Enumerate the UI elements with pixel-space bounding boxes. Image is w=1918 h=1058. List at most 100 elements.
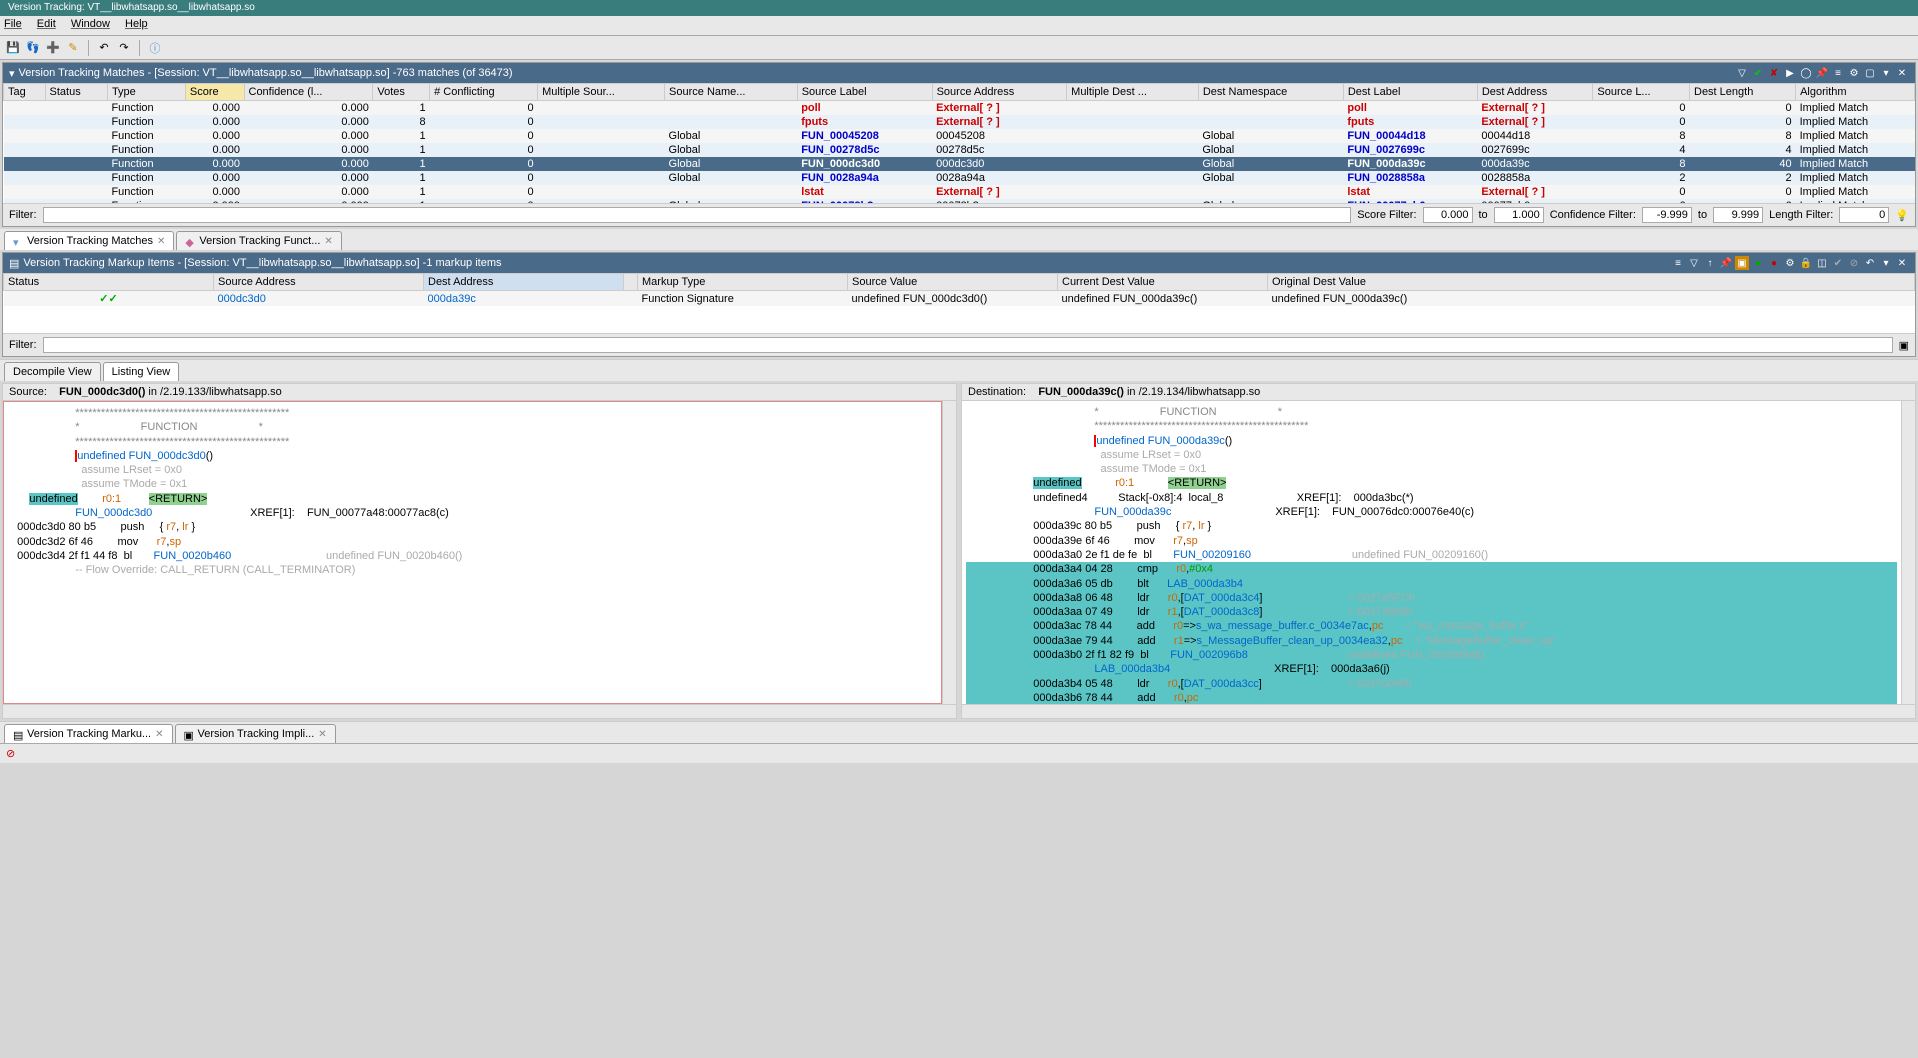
col-type[interactable]: Type (107, 84, 185, 101)
green-dot-icon[interactable]: ● (1751, 256, 1765, 270)
score-to-input[interactable] (1494, 207, 1544, 223)
filter-icon[interactable]: ▽ (1735, 66, 1749, 80)
gear-icon[interactable]: ⚙ (1783, 256, 1797, 270)
pin-icon[interactable]: 📌 (1719, 256, 1733, 270)
markup-table-wrap[interactable]: Status Source Address Dest Address Marku… (3, 273, 1915, 333)
chevron-down-icon[interactable]: ▾ (1879, 66, 1893, 80)
col-score[interactable]: Score (185, 84, 244, 101)
footprint-icon[interactable]: 👣 (24, 39, 42, 57)
col--conflicting[interactable]: # Conflicting (430, 84, 538, 101)
col-source-name-[interactable]: Source Name... (665, 84, 798, 101)
split-icon[interactable]: ◫ (1815, 256, 1829, 270)
table-row[interactable]: Function0.0000.00010pollExternal[ ? ]pol… (4, 101, 1915, 116)
help-icon[interactable]: ⓘ (146, 39, 164, 57)
col-status[interactable]: Status (4, 274, 214, 291)
col-source-l-[interactable]: Source L... (1593, 84, 1690, 101)
col-daddr[interactable]: Dest Address (424, 274, 624, 291)
list-icon[interactable]: ≡ (1671, 256, 1685, 270)
tab-decompile[interactable]: Decompile View (4, 362, 101, 381)
close-icon[interactable]: ✕ (318, 729, 326, 740)
col-mtype[interactable]: Markup Type (638, 274, 848, 291)
close-icon[interactable]: ✕ (157, 236, 165, 247)
close-icon[interactable]: ✕ (1895, 66, 1909, 80)
up-icon[interactable]: ↑ (1703, 256, 1717, 270)
col-cval[interactable]: Current Dest Value (1058, 274, 1268, 291)
menu-edit[interactable]: Edit (37, 18, 56, 30)
col-oval[interactable]: Original Dest Value (1268, 274, 1915, 291)
col-sval[interactable]: Source Value (848, 274, 1058, 291)
reject-icon[interactable]: ⊘ (1847, 256, 1861, 270)
conf-to-input[interactable] (1713, 207, 1763, 223)
col-multiple-sour-[interactable]: Multiple Sour... (538, 84, 665, 101)
col-dest-address[interactable]: Dest Address (1477, 84, 1593, 101)
reject-icon[interactable]: ✘ (1767, 66, 1781, 80)
wand-icon[interactable]: ✎ (64, 39, 82, 57)
bulb-icon[interactable]: 💡 (1895, 209, 1909, 222)
redo-icon[interactable]: ↷ (115, 39, 133, 57)
scrollbar-h[interactable] (3, 704, 956, 718)
tag-icon[interactable]: ◯ (1799, 66, 1813, 80)
close-icon[interactable]: ✕ (155, 729, 163, 740)
export-icon[interactable]: ▢ (1863, 66, 1877, 80)
tab-implied[interactable]: ▣ Version Tracking Impli... ✕ (175, 724, 336, 743)
menu-window[interactable]: Window (71, 18, 110, 30)
col-dest-label[interactable]: Dest Label (1343, 84, 1477, 101)
markup-row[interactable]: ✓✓ 000dc3d0 000da39c Function Signature … (4, 291, 1915, 307)
gear-icon[interactable]: ⚙ (1847, 66, 1861, 80)
scrollbar-h[interactable] (962, 704, 1915, 718)
close-icon[interactable]: ✕ (324, 236, 332, 247)
col-icon[interactable] (624, 274, 638, 291)
markup-filter-input[interactable] (43, 337, 1893, 353)
col-algorithm[interactable]: Algorithm (1796, 84, 1915, 101)
save-icon[interactable]: 💾 (4, 39, 22, 57)
col-tag[interactable]: Tag (4, 84, 46, 101)
close-icon[interactable]: ✕ (1895, 256, 1909, 270)
score-from-input[interactable] (1423, 207, 1473, 223)
filter-input[interactable] (43, 207, 1352, 223)
matches-table-wrap[interactable]: TagStatusTypeScoreConfidence (l...Votes#… (3, 83, 1915, 203)
tab-markup[interactable]: ▤ Version Tracking Marku... ✕ (4, 724, 173, 743)
lock-icon[interactable]: 🔒 (1799, 256, 1813, 270)
col-source-label[interactable]: Source Label (797, 84, 932, 101)
table-row[interactable]: Function0.0000.00010GlobalFUN_00278d5c00… (4, 143, 1915, 157)
table-row[interactable]: Function0.0000.00010GlobalFUN_0004520800… (4, 129, 1915, 143)
apply-icon[interactable]: ▶ (1783, 66, 1797, 80)
col-source-address[interactable]: Source Address (932, 84, 1067, 101)
pin-icon[interactable]: 📌 (1815, 66, 1829, 80)
table-row[interactable]: Function0.0000.00010GlobalFUN_0028a94a00… (4, 171, 1915, 185)
filter-icon[interactable]: ▽ (1687, 256, 1701, 270)
tab-listing[interactable]: Listing View (103, 362, 180, 381)
markup-icon: ▤ (9, 257, 19, 270)
source-listing-body[interactable]: ****************************************… (3, 401, 942, 704)
col-saddr[interactable]: Source Address (214, 274, 424, 291)
col-status[interactable]: Status (45, 84, 107, 101)
menu-help[interactable]: Help (125, 18, 148, 30)
settings-icon[interactable]: ≡ (1831, 66, 1845, 80)
dest-listing-body[interactable]: * FUNCTION * ***************************… (962, 401, 1901, 704)
undo-icon[interactable]: ↶ (1863, 256, 1877, 270)
accept-icon[interactable]: ✔ (1751, 66, 1765, 80)
accept-icon[interactable]: ✔ (1831, 256, 1845, 270)
col-multiple-dest-[interactable]: Multiple Dest ... (1067, 84, 1199, 101)
add-icon[interactable]: ➕ (44, 39, 62, 57)
conf-from-input[interactable] (1642, 207, 1692, 223)
col-dest-length[interactable]: Dest Length (1690, 84, 1796, 101)
menu-file[interactable]: File (4, 18, 22, 30)
table-row[interactable]: Function0.0000.00080fputsExternal[ ? ]fp… (4, 115, 1915, 129)
len-filter-input[interactable] (1839, 207, 1889, 223)
chevron-down-icon[interactable]: ▾ (1879, 256, 1893, 270)
tab-matches[interactable]: ▾ Version Tracking Matches ✕ (4, 231, 174, 250)
tab-functions[interactable]: ◆ Version Tracking Funct... ✕ (176, 231, 341, 250)
scrollbar[interactable] (1901, 401, 1915, 704)
table-row[interactable]: Function0.0000.00010GlobalFUN_000dc3d000… (4, 157, 1915, 171)
col-votes[interactable]: Votes (373, 84, 430, 101)
table-row[interactable]: Function0.0000.00010lstatExternal[ ? ]ls… (4, 185, 1915, 199)
undo-icon[interactable]: ↶ (95, 39, 113, 57)
scrollbar[interactable] (942, 401, 956, 704)
stop-icon[interactable]: ⊘ (6, 747, 15, 760)
bookmark-icon[interactable]: ▣ (1735, 256, 1749, 270)
red-dot-icon[interactable]: ● (1767, 256, 1781, 270)
col-confidence-l-[interactable]: Confidence (l... (244, 84, 373, 101)
options-icon[interactable]: ▣ (1899, 339, 1909, 352)
col-dest-namespace[interactable]: Dest Namespace (1198, 84, 1343, 101)
